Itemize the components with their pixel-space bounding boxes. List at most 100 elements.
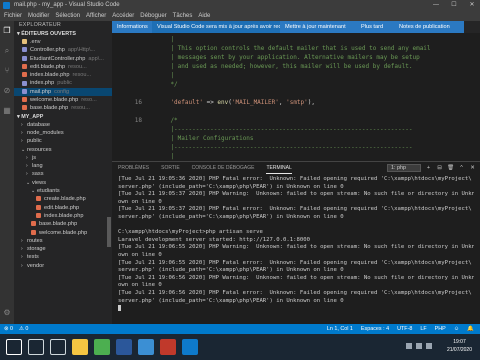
search-icon[interactable]: [28, 339, 44, 355]
source-control-icon[interactable]: ⑂: [3, 67, 11, 75]
menu-aide[interactable]: Aide: [198, 11, 210, 21]
release-notes-button[interactable]: Notes de publication: [394, 21, 464, 33]
tab-problems[interactable]: PROBLÈMES: [118, 162, 149, 174]
info-tab[interactable]: Informations: [112, 21, 152, 33]
open-editor-item[interactable]: index.blade.php resou...: [14, 71, 112, 79]
file-explorer-icon[interactable]: [72, 339, 88, 355]
search-icon[interactable]: ⌕: [3, 47, 11, 55]
terminal-select[interactable]: 1: php: [387, 164, 421, 172]
feedback-icon[interactable]: ☺: [454, 324, 460, 334]
start-icon[interactable]: [6, 339, 22, 355]
close-panel-icon[interactable]: ✕: [469, 165, 476, 171]
open-editor-path: public: [57, 80, 72, 87]
code-editor[interactable]: 16 18 | | This option controls the defaul…: [112, 33, 480, 161]
tree-folder[interactable]: › tests: [14, 253, 112, 261]
tree-folder[interactable]: › lang: [14, 162, 112, 170]
terminal-line: [Tue Jul 21 19:05:37 2020] PHP Fatal err…: [118, 206, 472, 213]
open-editor-item[interactable]: base.blade.php resou...: [14, 104, 112, 112]
warnings-count[interactable]: ⚠ 0: [19, 324, 28, 334]
code-line: | and used as needed; however, this mail…: [156, 62, 412, 72]
blade-file-icon: [36, 212, 41, 218]
code-content[interactable]: | | This option controls the default mai…: [156, 33, 476, 161]
tree-file[interactable]: index.blade.php: [14, 212, 112, 220]
menu-taches[interactable]: Tâches: [173, 11, 193, 21]
tree-folder[interactable]: › public: [14, 137, 112, 145]
menu-fichier[interactable]: Fichier: [4, 11, 22, 21]
maximize-button[interactable]: ☐: [450, 0, 458, 11]
settings-icon[interactable]: ⚙: [3, 309, 11, 317]
tree-folder[interactable]: › routes: [14, 237, 112, 245]
tree-folder[interactable]: › database: [14, 121, 112, 129]
indentation[interactable]: Espaces : 4: [361, 324, 389, 334]
split-terminal-icon[interactable]: ⊟: [436, 165, 443, 171]
new-terminal-icon[interactable]: +: [425, 165, 432, 171]
chrome-icon[interactable]: [94, 339, 110, 355]
terminal-line: Laravel development server started: http…: [118, 236, 310, 243]
volume-icon[interactable]: [416, 343, 422, 349]
open-editor-item[interactable]: Controller.php app\Http\...: [14, 46, 112, 54]
task-view-icon[interactable]: [50, 339, 66, 355]
menu-acceder[interactable]: Accéder: [112, 11, 134, 21]
language-mode[interactable]: PHP: [435, 324, 446, 334]
cursor-position[interactable]: Ln 1, Col 1: [327, 324, 353, 334]
project-section[interactable]: ▾ MY_APP: [14, 112, 112, 121]
network-icon[interactable]: [406, 343, 412, 349]
line-number-gutter: 16 18: [112, 33, 150, 161]
open-editor-name: edit.blade.php: [30, 63, 66, 70]
open-editor-item[interactable]: EtudiantController.php app\...: [14, 55, 112, 63]
terminal-line: [Tue Jul 21 19:05:37 2020] PHP Warning: …: [118, 191, 474, 198]
tree-folder[interactable]: › js: [14, 154, 112, 162]
debug-icon[interactable]: ⊘: [3, 87, 11, 95]
errors-count[interactable]: ⊗ 0: [4, 324, 13, 334]
open-editor-item[interactable]: edit.blade.php resou...: [14, 63, 112, 71]
minimize-button[interactable]: —: [432, 0, 440, 11]
tree-folder[interactable]: › vendor: [14, 262, 112, 270]
tree-file[interactable]: welcome.blade.php: [14, 229, 112, 237]
tree-folder[interactable]: ⌄ resources: [14, 146, 112, 154]
code-token: */: [156, 81, 178, 88]
open-editors-list: .env Controller.php app\Http\... EtudiantCo…: [14, 38, 112, 113]
line-ending[interactable]: LF: [420, 324, 426, 334]
tab-terminal[interactable]: TERMINAL: [266, 162, 292, 174]
open-editor-item[interactable]: mail.php config: [14, 87, 112, 97]
terminal-output[interactable]: [Tue Jul 21 19:05:36 2020] PHP Fatal err…: [118, 176, 474, 325]
tree-folder[interactable]: › node_modules: [14, 129, 112, 137]
menu-selection[interactable]: Sélection: [55, 11, 80, 21]
tree-folder[interactable]: ⌄ views: [14, 179, 112, 187]
open-editor-item[interactable]: .env: [14, 38, 112, 46]
sidebar-scrollbar[interactable]: [107, 217, 111, 247]
language-icon[interactable]: [426, 343, 432, 349]
clock[interactable]: 19:07 21/07/2020: [447, 338, 472, 354]
menu-deboguer[interactable]: Déboguer: [140, 11, 166, 21]
tree-folder[interactable]: › sass: [14, 170, 112, 178]
word-icon[interactable]: [116, 339, 132, 355]
vscode-icon[interactable]: [182, 339, 198, 355]
open-editor-item[interactable]: welcome.blade.php reso...: [14, 96, 112, 104]
encoding[interactable]: UTF-8: [397, 324, 412, 334]
close-button[interactable]: ✕: [468, 0, 476, 11]
tree-folder[interactable]: ⌄ etudiants: [14, 187, 112, 195]
open-editors-section[interactable]: ▾ ÉDITEURS OUVERTS: [14, 30, 112, 38]
later-button[interactable]: Plus tard: [356, 21, 394, 33]
tree-file[interactable]: base.blade.php: [14, 220, 112, 228]
tab-debug-console[interactable]: CONSOLE DE DÉBOGAGE: [192, 162, 255, 174]
menu-afficher[interactable]: Afficher: [86, 11, 106, 21]
tab-output[interactable]: SORTIE: [161, 162, 180, 174]
extensions-icon[interactable]: ▦: [3, 107, 11, 115]
tree-file[interactable]: create.blade.php: [14, 195, 112, 203]
tree-file[interactable]: edit.blade.php: [14, 204, 112, 212]
tree-folder[interactable]: › storage: [14, 245, 112, 253]
maximize-panel-icon[interactable]: ^: [458, 165, 465, 171]
media-icon[interactable]: [160, 339, 176, 355]
trash-icon[interactable]: 🗑: [447, 165, 454, 171]
update-now-button[interactable]: Mettre à jour maintenant: [280, 21, 356, 33]
open-editor-item[interactable]: index.php public: [14, 79, 112, 87]
menu-modifier[interactable]: Modifier: [28, 11, 49, 21]
files-icon[interactable]: ❐: [3, 27, 11, 35]
store-icon[interactable]: [138, 339, 154, 355]
window-title: mail.php - my_app - Visual Studio Code: [14, 2, 120, 8]
terminal-prompt[interactable]: [118, 305, 474, 313]
notifications-icon[interactable]: 🔔: [467, 324, 474, 334]
open-editor-path: resou...: [68, 63, 87, 70]
tree-item-label: lang: [32, 163, 43, 170]
